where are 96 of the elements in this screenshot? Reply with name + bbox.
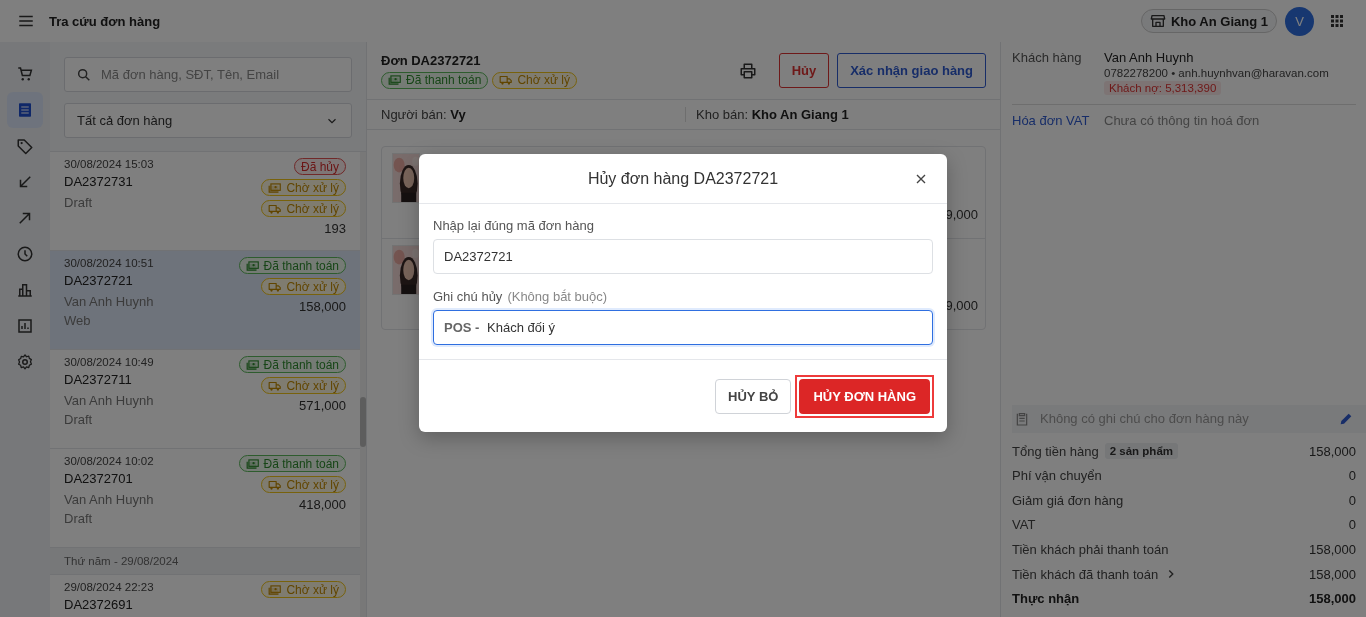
customer-name: Van Anh Huynh [64,393,154,408]
vat-info: Chưa có thông tin hoá đơn [1104,113,1260,128]
summary-value: 158,000 [1309,443,1356,459]
status-badge: Chờ xử lý [261,377,346,394]
status-badge: Chờ xử lý [261,581,346,598]
item-price: 9,000 [945,298,978,313]
field-hint: (Không bắt buộc) [507,289,608,304]
bar-chart-icon [16,281,34,299]
customer-name: Van Anh Huynh [64,294,154,309]
order-amount: 193 [324,221,346,236]
money-icon [245,456,260,471]
order-source: Draft [64,195,94,210]
summary-label: Giảm giá đơn hàng [1012,492,1124,508]
field-prefix: POS - [444,320,480,335]
order-time: 30/08/2024 10:49 [64,356,154,368]
order-source: Web [64,313,92,328]
money-icon [268,582,283,597]
summary-label: Tiền khách đã thanh toán [1012,566,1159,582]
customer-name: Van Anh Huynh [1104,50,1194,65]
apps-grid-icon[interactable] [1328,12,1346,30]
order-code-field[interactable]: DA2372721 [433,239,933,274]
status-badge: Chờ xử lý [492,71,577,89]
money-icon [245,357,260,372]
product-count-tag: 2 sản phẩm [1104,443,1178,460]
clipboard-icon [1014,410,1030,427]
customer-label: Khách hàng [1012,50,1083,67]
cancel-order-button[interactable]: Hủy [778,53,830,88]
order-time: 30/08/2024 10:51 [64,257,154,269]
summary-label: Phí vận chuyển [1012,468,1102,484]
seller-label: Người bán: Vy [380,107,467,122]
order-source: Draft [64,412,94,427]
field-label: Ghi chú hủy [433,289,503,304]
summary-label: Tổng tiền hàng [1012,443,1099,459]
customer-contact: 0782278200 • anh.huynhvan@haravan.com [1104,67,1329,79]
summary-value: 0 [1348,517,1356,533]
customer-name: Van Anh Huynh [64,492,154,507]
order-code: DA2372731 [64,174,134,189]
order-code: DA2372691 [64,597,134,612]
cart-icon [16,65,34,83]
list-icon [16,101,34,119]
summary-label: VAT [1012,517,1036,533]
money-icon [388,73,402,87]
order-code: DA2372721 [64,273,134,288]
status-badge: Đã hủy [293,158,346,175]
debt-badge: Khách nợ: 5,313,390 [1104,81,1222,95]
confirm-cancel-button[interactable]: HỦY ĐƠN HÀNG [799,378,930,414]
status-badge: Đã thanh toán [238,455,346,472]
printer-icon [738,61,757,80]
vat-invoice-link[interactable]: Hóa đơn VAT [1012,113,1104,128]
status-badge: Chờ xử lý [261,278,346,295]
store-icon [1149,13,1166,29]
dialog-title: Hủy đơn hàng DA2372721 [587,169,779,188]
order-title: Đơn DA2372721 [381,52,482,68]
status-badge: Đã thanh toán [381,71,489,89]
page-title: Tra cứu đơn hàng [49,13,161,29]
status-badge: Chờ xử lý [261,476,346,493]
summary-label: Thực nhận [1012,591,1080,607]
summary-label: Tiền khách phải thanh toán [1012,542,1169,557]
status-badge: Chờ xử lý [261,200,346,217]
truck-icon [499,73,514,87]
order-time: 30/08/2024 15:03 [64,158,154,170]
order-amount: 158,000 [299,299,346,314]
dismiss-button[interactable]: HỦY BỎ [715,378,792,414]
status-badge: Chờ xử lý [261,179,346,196]
order-time: 29/08/2024 22:23 [64,581,154,593]
tag-icon [16,137,34,155]
store-selector[interactable]: Kho An Giang 1 [1140,9,1277,33]
field-label: Nhập lại đúng mã đơn hàng [433,218,595,233]
user-avatar[interactable]: V [1285,6,1314,36]
clock-icon [16,245,34,263]
summary-value: 0 [1348,468,1356,484]
settings-icon [16,353,34,371]
chart-report-icon [16,317,34,335]
item-price: 9,000 [945,207,978,222]
order-source: Draft [64,511,94,526]
order-list-item[interactable]: 30/08/2024 10:51 DA2372721 Van Anh Huynh Web Đã thanh toán Chờ xử lý 158,000 [50,251,360,350]
search-icon [76,67,92,83]
search-field[interactable]: Mã đơn hàng, SĐT, Tên, Email [64,57,352,92]
date-group-header: Thứ năm - 29/08/2024 [50,548,360,575]
order-amount: 418,000 [299,497,346,512]
scrollbar-thumb[interactable] [360,397,366,447]
summary-value: 158,000 [1309,591,1356,607]
summary-value: 0 [1348,492,1356,508]
nav-item[interactable] [7,92,43,128]
status-badge: Đã thanh toán [238,257,346,274]
summary-value: 158,000 [1309,566,1356,582]
money-icon [245,258,260,273]
money-icon [268,180,283,195]
order-code: DA2372701 [64,471,134,486]
summary-value: 158,000 [1309,542,1356,557]
order-code: DA2372711 [64,372,133,387]
order-filter-dropdown[interactable]: Tất cả đơn hàng [64,103,352,138]
status-badge: Đã thanh toán [238,356,346,373]
confirm-delivery-button[interactable]: Xác nhận giao hàng [837,53,986,88]
order-amount: 571,000 [299,398,346,413]
order-time: 30/08/2024 10:02 [64,455,154,467]
